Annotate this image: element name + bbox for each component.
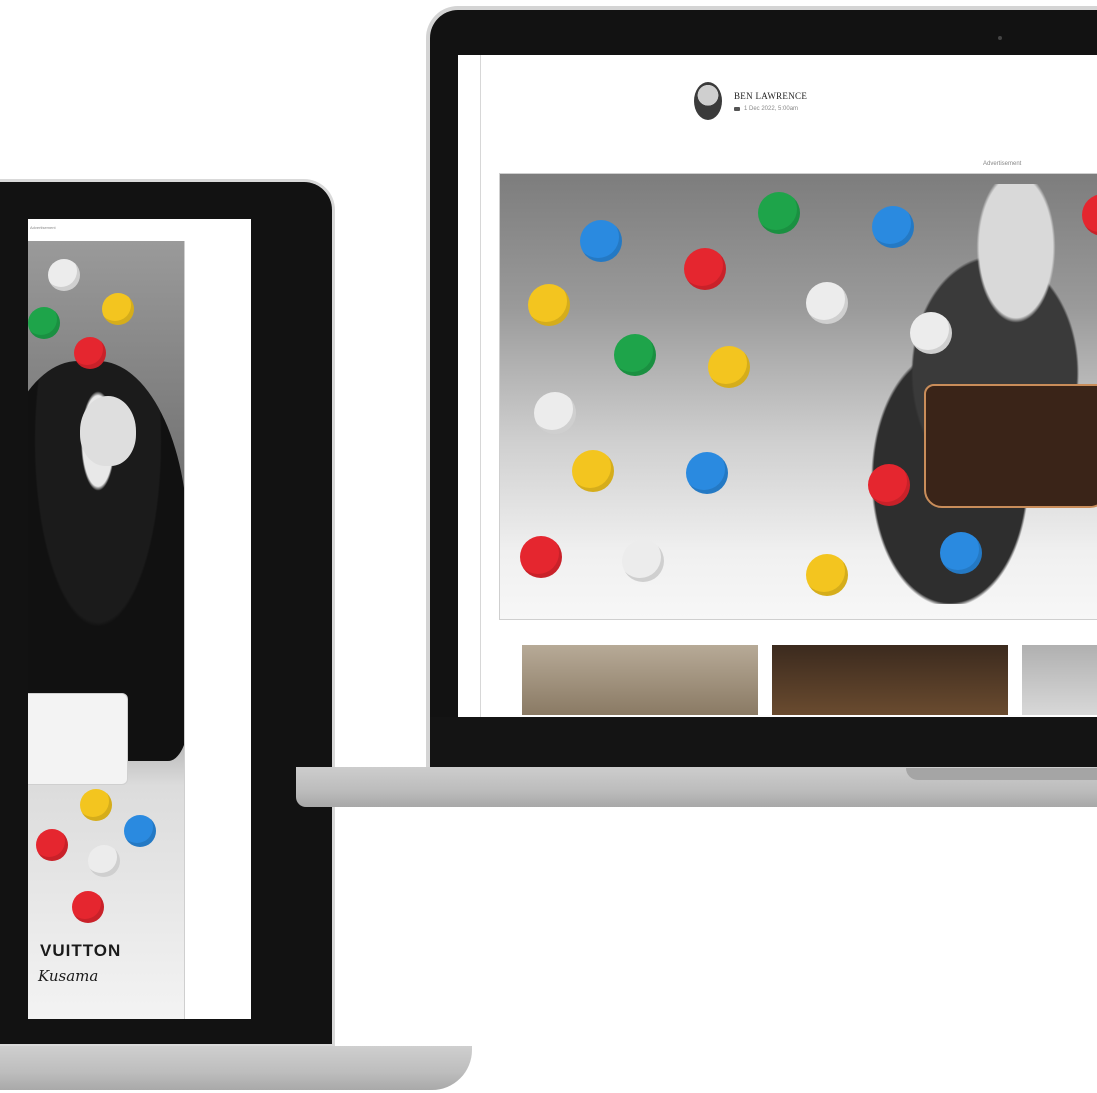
paint-dot [806, 282, 848, 324]
paint-dot [102, 293, 134, 325]
left-laptop: Advertisement VUITTON Kusama [0, 182, 332, 1044]
paint-dot [28, 307, 60, 339]
left-laptop-base [0, 1046, 472, 1090]
right-laptop-screen: BEN LAWRENCE 1 Dec 2022, 5:00am Advertis… [458, 55, 1097, 717]
polka-dot-bag [924, 384, 1097, 508]
author-name[interactable]: BEN LAWRENCE [734, 91, 807, 101]
article-thumbnail[interactable] [1022, 645, 1097, 715]
paint-dot [580, 220, 622, 262]
advertisement-label: Advertisement [30, 225, 56, 230]
paint-dot [622, 540, 664, 582]
paint-dot [940, 532, 982, 574]
paint-dot [124, 815, 156, 847]
left-laptop-screen: Advertisement VUITTON Kusama [28, 219, 251, 1019]
paint-dot [36, 829, 68, 861]
page-divider [480, 55, 481, 717]
publish-date-text: 1 Dec 2022, 5:00am [744, 105, 799, 112]
artist-signature: Kusama [38, 967, 99, 985]
laptop-chin [430, 717, 1097, 770]
paint-dot [80, 789, 112, 821]
related-articles-strip [522, 645, 1097, 715]
device-mockup-stage: Advertisement VUITTON Kusama BEN LAWRENC… [0, 0, 1097, 1093]
camera-icon [998, 36, 1002, 40]
paint-dot [534, 392, 576, 434]
paint-dot [686, 452, 728, 494]
paint-dot [868, 464, 910, 506]
author-meta: BEN LAWRENCE 1 Dec 2022, 5:00am [734, 91, 807, 112]
advertisement-banner[interactable] [499, 173, 1097, 620]
author-byline: BEN LAWRENCE 1 Dec 2022, 5:00am [694, 81, 807, 121]
article-thumbnail[interactable] [522, 645, 758, 715]
paint-dot [684, 248, 726, 290]
publish-date: 1 Dec 2022, 5:00am [734, 106, 807, 112]
paint-dot [48, 259, 80, 291]
article-thumbnail[interactable] [772, 645, 1008, 715]
paint-dot [72, 891, 104, 923]
model-face [80, 396, 136, 466]
polka-dot-bag [28, 693, 128, 785]
paint-dot [572, 450, 614, 492]
author-avatar[interactable] [694, 82, 722, 120]
paint-dot [872, 206, 914, 248]
paint-dot [88, 845, 120, 877]
paint-dot [708, 346, 750, 388]
paint-dot [910, 312, 952, 354]
paint-dot [614, 334, 656, 376]
camera-icon [734, 106, 740, 111]
advertisement-banner[interactable]: VUITTON Kusama [28, 241, 185, 1019]
right-laptop: BEN LAWRENCE 1 Dec 2022, 5:00am Advertis… [430, 10, 1097, 770]
brand-logo-text: VUITTON [40, 941, 122, 960]
paint-dot [758, 192, 800, 234]
advertisement-label: Advertisement [983, 161, 1022, 167]
laptop-hinge-notch [906, 768, 1097, 780]
paint-dot [528, 284, 570, 326]
paint-dot [74, 337, 106, 369]
paint-dot [520, 536, 562, 578]
paint-dot [806, 554, 848, 596]
